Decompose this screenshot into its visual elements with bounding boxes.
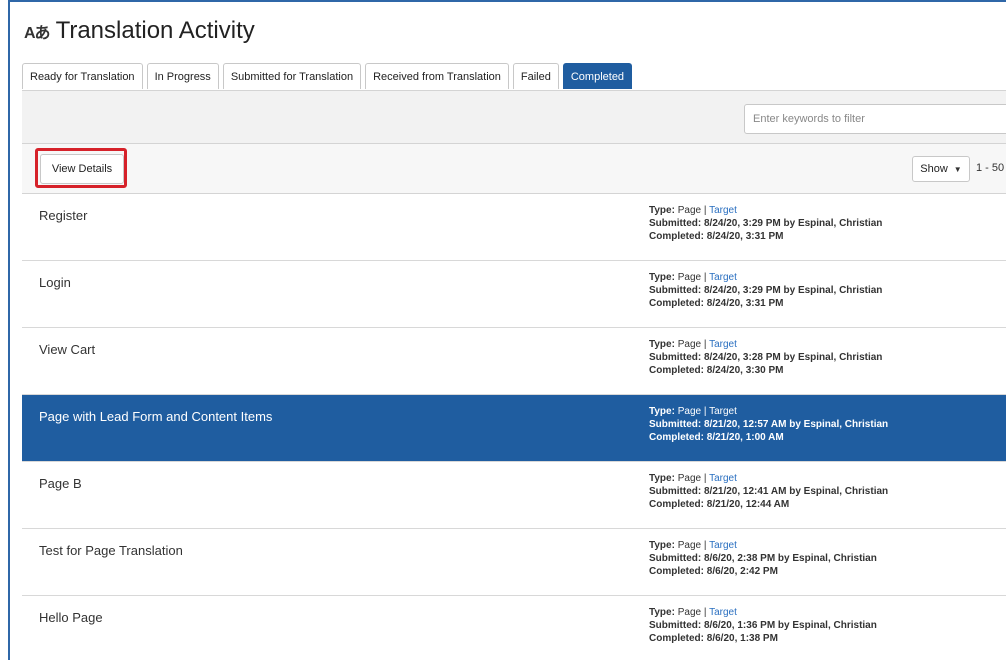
submitted-label: Submitted: [649, 620, 702, 631]
type-label: Type: [649, 473, 675, 484]
item-submitted: 8/6/20, 1:36 PM by Espinal, Christian [704, 620, 877, 631]
show-label: Show [920, 163, 948, 175]
completed-label: Completed: [649, 633, 704, 644]
translation-list: Register Type: Page | Target Submitted: 8/… [22, 194, 1006, 660]
item-meta: Type: Page | Target Submitted: 8/24/20, 3… [649, 338, 882, 377]
item-submitted: 8/24/20, 3:29 PM by Espinal, Christian [704, 218, 883, 229]
list-item[interactable]: Register Type: Page | Target Submitted: 8/… [22, 194, 1006, 261]
item-name: Register [39, 208, 88, 223]
submitted-label: Submitted: [649, 419, 702, 430]
type-label: Type: [649, 406, 675, 417]
item-name: Page with Lead Form and Content Items [39, 409, 273, 424]
item-name: Test for Page Translation [39, 543, 183, 558]
completed-label: Completed: [649, 566, 704, 577]
target-link[interactable]: Target [709, 339, 737, 350]
tab-in-progress[interactable]: In Progress [146, 63, 219, 89]
target-link[interactable]: Target [709, 540, 737, 551]
filter-bar [22, 90, 1006, 144]
item-meta: Type: Page | Target Submitted: 8/6/20, 1:… [649, 606, 877, 645]
list-item[interactable]: Hello Page Type: Page | Target Submitted: … [22, 596, 1006, 660]
submitted-label: Submitted: [649, 285, 702, 296]
item-submitted: 8/21/20, 12:41 AM by Espinal, Christian [704, 486, 889, 497]
item-type: Page | [677, 272, 707, 283]
item-completed: 8/21/20, 1:00 AM [706, 432, 784, 443]
item-meta: Type: Page | Target Submitted: 8/6/20, 2:… [649, 539, 877, 578]
tab-completed[interactable]: Completed [562, 63, 633, 89]
item-completed: 8/21/20, 12:44 AM [706, 499, 790, 510]
type-label: Type: [649, 339, 675, 350]
type-label: Type: [649, 272, 675, 283]
target-link[interactable]: Target [709, 406, 737, 417]
item-completed: 8/6/20, 1:38 PM [706, 633, 778, 644]
item-type: Page | [677, 339, 707, 350]
item-meta: Type: Page | Target Submitted: 8/24/20, 3… [649, 271, 882, 310]
submitted-label: Submitted: [649, 218, 702, 229]
submitted-label: Submitted: [649, 553, 702, 564]
item-completed: 8/6/20, 2:42 PM [706, 566, 778, 577]
completed-label: Completed: [649, 298, 704, 309]
type-label: Type: [649, 540, 675, 551]
filter-input[interactable] [744, 104, 1006, 134]
item-name: Page B [39, 476, 82, 491]
type-label: Type: [649, 607, 675, 618]
item-type: Page | [677, 473, 707, 484]
page-title: Translation Activity [55, 17, 255, 44]
item-submitted: 8/24/20, 3:28 PM by Espinal, Christian [704, 352, 883, 363]
item-type: Page | [677, 205, 707, 216]
tab-submitted-for-translation[interactable]: Submitted for Translation [222, 63, 362, 89]
page-header: Aあ Translation Activity [24, 16, 255, 46]
item-completed: 8/24/20, 3:31 PM [706, 231, 784, 242]
tab-received-from-translation[interactable]: Received from Translation [365, 63, 509, 89]
tab-failed[interactable]: Failed [512, 63, 559, 89]
target-link[interactable]: Target [709, 272, 737, 283]
item-meta: Type: Page | Target Submitted: 8/24/20, 3… [649, 204, 882, 243]
translate-icon: Aあ [24, 25, 51, 42]
completed-label: Completed: [649, 231, 704, 242]
status-tabs: Ready for Translation In Progress Submit… [22, 63, 633, 89]
target-link[interactable]: Target [709, 473, 737, 484]
completed-label: Completed: [649, 365, 704, 376]
item-completed: 8/24/20, 3:30 PM [706, 365, 784, 376]
item-meta: Type: Page | Target Submitted: 8/21/20, 1… [649, 405, 888, 444]
item-submitted: 8/6/20, 2:38 PM by Espinal, Christian [704, 553, 877, 564]
target-link[interactable]: Target [709, 205, 737, 216]
submitted-label: Submitted: [649, 352, 702, 363]
item-name: Hello Page [39, 610, 103, 625]
completed-label: Completed: [649, 432, 704, 443]
toolbar: View Details Show ▼ 1 - 50 of [22, 144, 1006, 194]
item-completed: 8/24/20, 3:31 PM [706, 298, 784, 309]
list-item[interactable]: View Cart Type: Page | Target Submitted: 8… [22, 328, 1006, 395]
caret-down-icon: ▼ [953, 164, 962, 174]
app-frame: Aあ Translation Activity Ready for Transl… [8, 0, 1006, 660]
list-item[interactable]: Test for Page Translation Type: Page | Ta… [22, 529, 1006, 596]
item-type: Page | [677, 540, 707, 551]
completed-label: Completed: [649, 499, 704, 510]
view-details-button[interactable]: View Details [40, 154, 124, 184]
list-item[interactable]: Page B Type: Page | Target Submitted: 8/21… [22, 462, 1006, 529]
list-item[interactable]: Page with Lead Form and Content Items Typ… [22, 395, 1006, 462]
tab-ready-for-translation[interactable]: Ready for Translation [22, 63, 143, 89]
item-type: Page | [677, 406, 707, 417]
show-dropdown[interactable]: Show ▼ [912, 156, 970, 182]
item-submitted: 8/24/20, 3:29 PM by Espinal, Christian [704, 285, 883, 296]
type-label: Type: [649, 205, 675, 216]
item-meta: Type: Page | Target Submitted: 8/21/20, 1… [649, 472, 888, 511]
item-type: Page | [677, 607, 707, 618]
target-link[interactable]: Target [709, 607, 737, 618]
submitted-label: Submitted: [649, 486, 702, 497]
item-submitted: 8/21/20, 12:57 AM by Espinal, Christian [704, 419, 889, 430]
pagination-range: 1 - 50 of [976, 162, 1006, 174]
item-name: View Cart [39, 342, 96, 357]
list-item[interactable]: Login Type: Page | Target Submitted: 8/24/… [22, 261, 1006, 328]
item-name: Login [39, 275, 71, 290]
